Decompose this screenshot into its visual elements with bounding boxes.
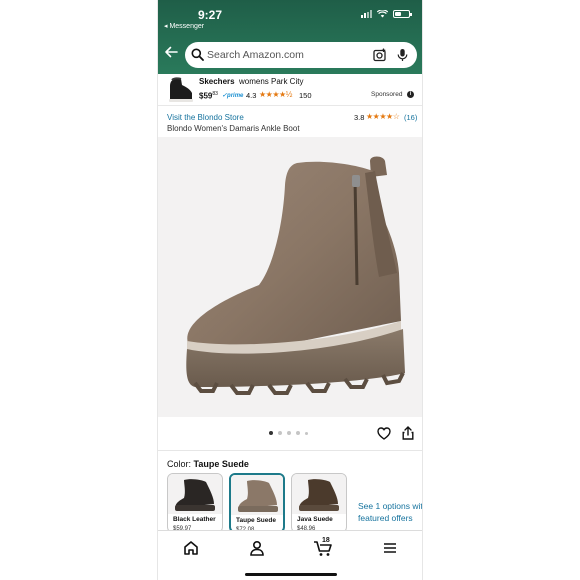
product-image[interactable] (158, 137, 422, 417)
search-icon (191, 48, 204, 61)
menu-icon[interactable] (379, 538, 401, 558)
carousel-dot[interactable] (296, 431, 300, 435)
phone-screen: 9:27 ◂ Messenger Search Amazon.com Skech… (157, 0, 423, 580)
sponsored-brand: Skechers (199, 77, 235, 86)
sponsored-star-rating: ★★★★½ (259, 90, 292, 99)
sponsored-rating: 4.3 (246, 91, 257, 100)
carousel-dot[interactable] (305, 431, 308, 435)
swatch-name: Taupe Suede (236, 517, 276, 524)
store-link[interactable]: Visit the Blondo Store (167, 113, 244, 122)
color-option-black-leather[interactable]: Black Leather $59.97 (167, 473, 223, 533)
more-options-link[interactable]: See 1 options with featured offers (358, 500, 422, 524)
search-placeholder: Search Amazon.com (207, 49, 304, 61)
product-rating: 3.8 (354, 113, 365, 122)
home-icon[interactable] (180, 538, 202, 558)
search-input[interactable]: Search Amazon.com (185, 42, 417, 68)
home-indicator (245, 573, 337, 576)
swatch-image (292, 474, 346, 514)
microphone-icon[interactable] (397, 48, 408, 62)
swatch-image (231, 475, 283, 515)
product-star-rating[interactable]: ★★★★☆ (366, 112, 400, 121)
color-label: Color: Taupe Suede (167, 459, 249, 469)
signal-icon (361, 10, 372, 18)
carousel-dot[interactable] (269, 431, 273, 435)
sponsored-product-banner[interactable]: Skechers womens Park City $5983 ✓prime 4… (158, 74, 422, 106)
swatch-image (168, 474, 222, 514)
section-divider (158, 450, 422, 451)
camera-scan-icon[interactable] (373, 48, 387, 62)
sponsored-price: $5983 (199, 91, 218, 101)
back-arrow-icon[interactable] (164, 45, 178, 59)
boot-illustration (186, 156, 405, 395)
back-to-app-link[interactable]: ◂ Messenger (164, 22, 204, 30)
share-icon[interactable] (402, 426, 414, 440)
heart-icon[interactable] (377, 427, 391, 440)
carousel-dot[interactable] (278, 431, 282, 435)
status-icons (361, 10, 412, 18)
account-icon[interactable] (246, 538, 268, 558)
product-title: Blondo Women's Damaris Ankle Boot (167, 124, 300, 133)
sponsored-label: Sponsored (371, 91, 403, 98)
sponsored-review-count: 150 (299, 91, 312, 100)
selected-color: Taupe Suede (193, 459, 249, 469)
app-header: 9:27 ◂ Messenger Search Amazon.com (158, 0, 422, 74)
battery-icon (393, 10, 412, 18)
prime-badge: ✓prime (222, 93, 244, 99)
carousel-dot[interactable] (287, 431, 291, 435)
image-carousel-dots[interactable] (269, 431, 308, 435)
bottom-nav-bar: 18 (158, 530, 422, 580)
status-time: 9:27 (198, 8, 223, 22)
info-icon[interactable]: i (407, 91, 414, 98)
color-option-taupe-suede[interactable]: Taupe Suede $72.08 (229, 473, 285, 533)
product-review-count[interactable]: (16) (404, 113, 417, 122)
sponsored-title: womens Park City (239, 77, 304, 86)
color-option-java-suede[interactable]: Java Suede $48.96 (291, 473, 347, 533)
swatch-name: Java Suede (297, 516, 333, 523)
swatch-name: Black Leather (173, 516, 216, 523)
cart-count-badge: 18 (322, 537, 330, 544)
sponsored-product-image (169, 77, 193, 102)
wifi-icon (377, 10, 388, 18)
